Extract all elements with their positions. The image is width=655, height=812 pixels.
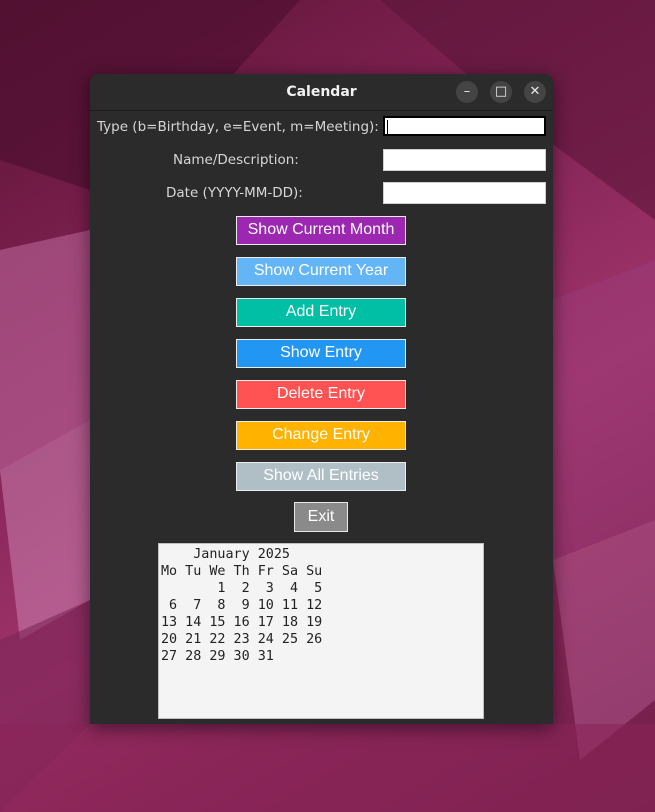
window-title: Calendar [286,84,357,100]
minimize-icon: – [463,84,471,99]
date-input[interactable] [383,182,546,204]
maximize-button[interactable]: □ [490,81,512,103]
type-input[interactable] [383,116,546,136]
minimize-button[interactable]: – [456,81,478,103]
exit-button[interactable]: Exit [294,502,348,532]
show-current-month-button[interactable]: Show Current Month [236,216,406,245]
name-input[interactable] [383,149,546,171]
text-caret [387,120,388,135]
change-entry-button[interactable]: Change Entry [236,421,406,450]
type-label: Type (b=Birthday, e=Event, m=Meeting): [97,119,379,135]
title-bar[interactable]: Calendar – □ ✕ [90,74,553,111]
show-all-entries-button[interactable]: Show All Entries [236,462,406,491]
calendar-display[interactable]: January 2025 Mo Tu We Th Fr Sa Su 1 2 3 … [158,543,484,719]
close-button[interactable]: ✕ [524,81,546,103]
maximize-icon: □ [494,84,508,99]
show-entry-button[interactable]: Show Entry [236,339,406,368]
name-label: Name/Description: [173,152,299,168]
delete-entry-button[interactable]: Delete Entry [236,380,406,409]
add-entry-button[interactable]: Add Entry [236,298,406,327]
show-current-year-button[interactable]: Show Current Year [236,257,406,286]
calendar-text: January 2025 Mo Tu We Th Fr Sa Su 1 2 3 … [161,547,323,664]
calendar-window: Calendar – □ ✕ Type (b=Birthday, e=Event… [90,74,553,724]
date-label: Date (YYYY-MM-DD): [166,185,303,201]
close-icon: ✕ [529,84,541,99]
